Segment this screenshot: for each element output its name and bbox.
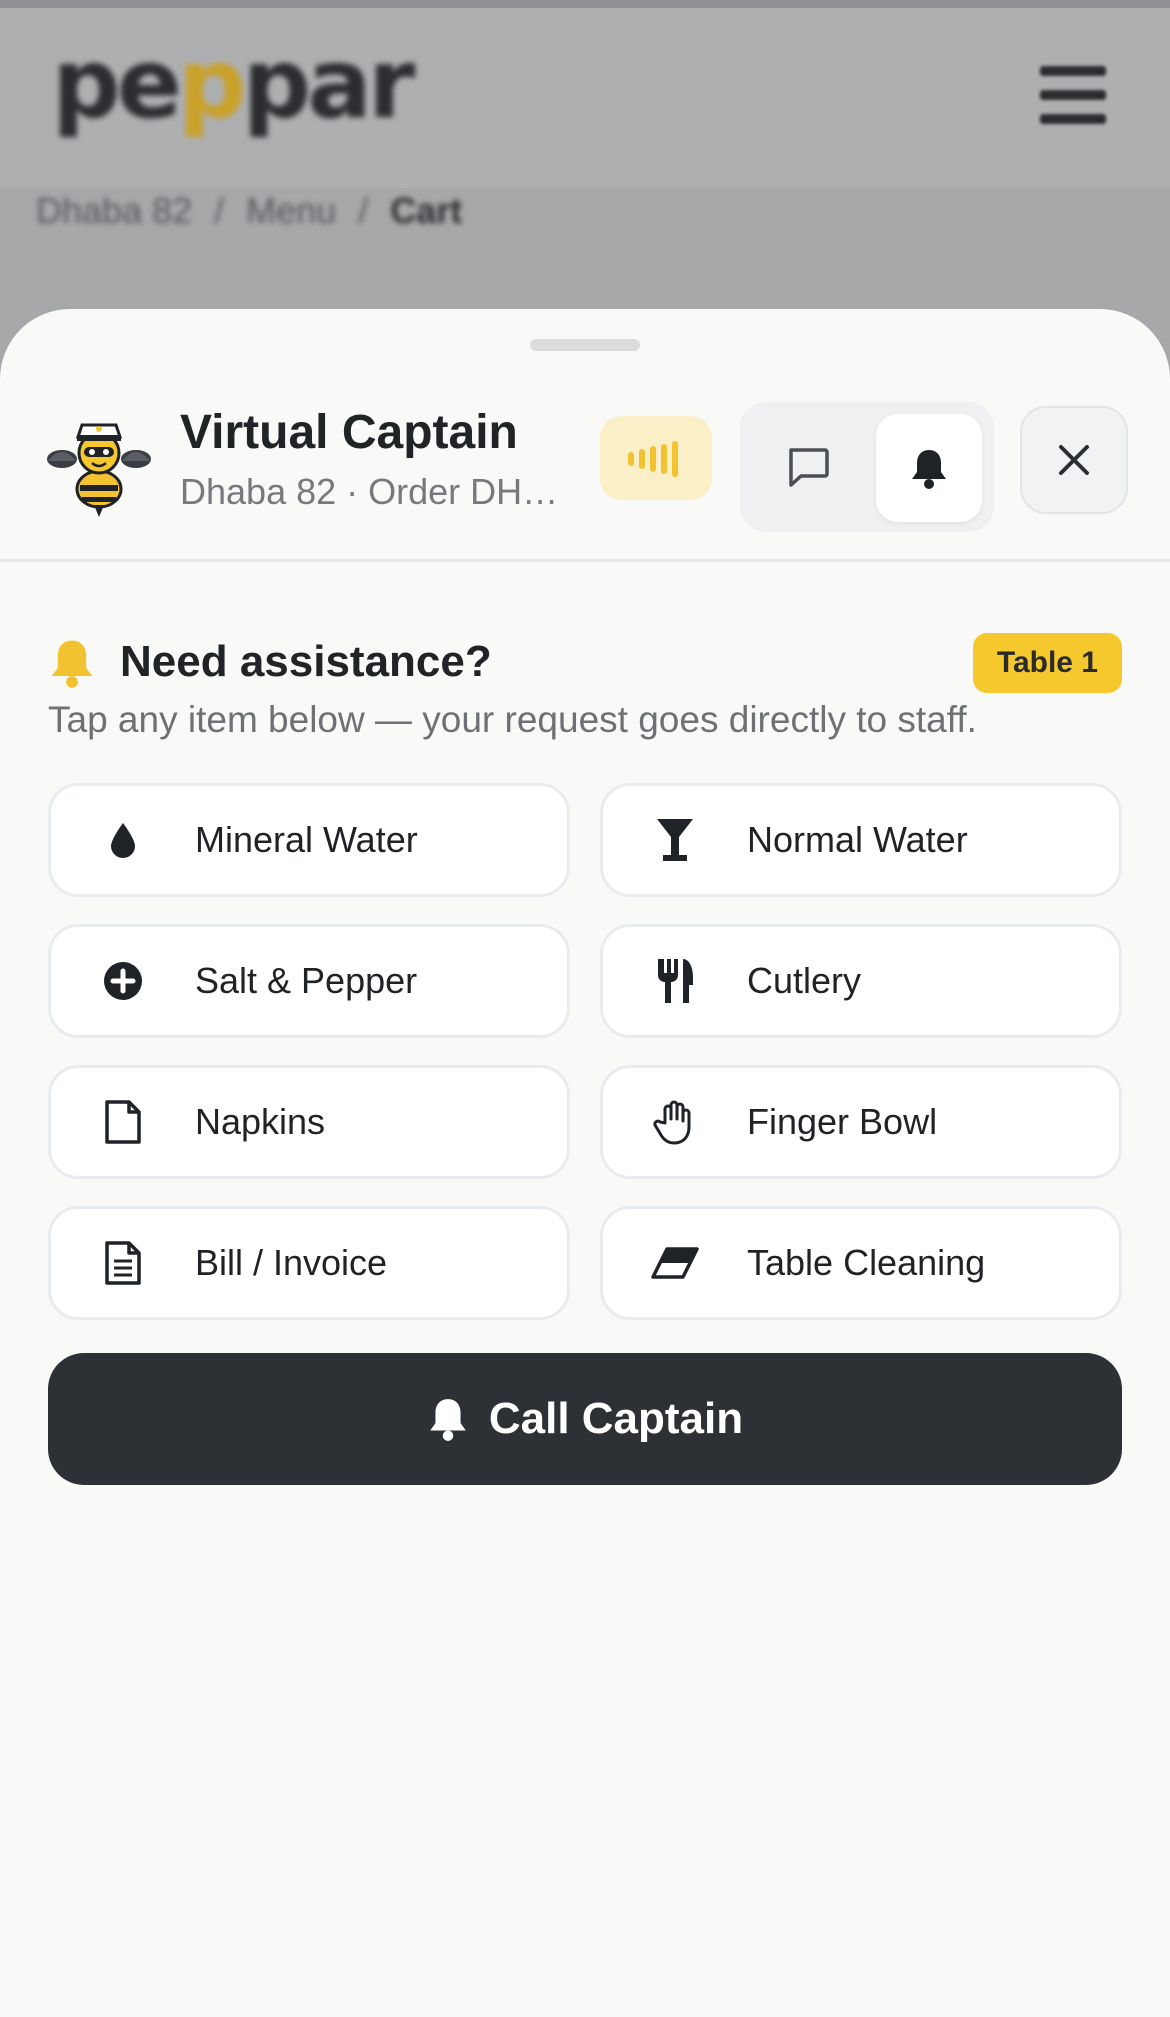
request-salt-pepper[interactable]: Salt & Pepper	[48, 924, 570, 1038]
table-badge: Table 1	[972, 633, 1122, 693]
voice-button[interactable]	[600, 416, 712, 500]
request-label: Mineral Water	[195, 819, 418, 860]
bee-captain-mascot	[47, 423, 151, 517]
glass-icon	[651, 816, 699, 864]
request-mineral-water[interactable]: Mineral Water	[48, 783, 570, 897]
breadcrumb: Dhaba 82 / Menu / Cart	[36, 190, 462, 232]
napkin-icon	[99, 1098, 147, 1146]
plus-circle-icon	[99, 957, 147, 1005]
sheet-subtitle: Dhaba 82 · Order DH0...	[180, 471, 560, 512]
sound-wave-icon	[628, 441, 678, 477]
hand-icon	[651, 1098, 699, 1146]
call-captain-label: Call Captain	[488, 1394, 744, 1443]
breadcrumb-separator: /	[358, 190, 369, 231]
breadcrumb-item-current: Cart	[390, 190, 463, 231]
request-label: Normal Water	[747, 819, 968, 860]
cutlery-icon	[651, 957, 699, 1005]
mode-toggle	[740, 402, 994, 532]
request-cutlery[interactable]: Cutlery	[600, 924, 1122, 1038]
peppar-logo: peppar	[52, 28, 415, 140]
breadcrumb-item: Menu	[246, 190, 337, 231]
chat-mode-button[interactable]	[754, 416, 862, 518]
request-table-cleaning[interactable]: Table Cleaning	[600, 1206, 1122, 1320]
request-label: Napkins	[195, 1101, 326, 1142]
request-normal-water[interactable]: Normal Water	[600, 783, 1122, 897]
status-strip	[0, 0, 1170, 8]
request-grid: Mineral Water Normal Water Salt & Pepper…	[48, 783, 1122, 1320]
request-label: Finger Bowl	[747, 1101, 938, 1142]
request-finger-bowl[interactable]: Finger Bowl	[600, 1065, 1122, 1179]
virtual-captain-sheet: Virtual Captain Dhaba 82 · Order DH0...	[0, 309, 1170, 2017]
bell-icon	[430, 1399, 466, 1441]
breadcrumb-separator: /	[214, 190, 225, 231]
assistance-heading-row: Need assistance? Table 1	[48, 629, 1122, 699]
request-label: Salt & Pepper	[195, 960, 418, 1001]
close-icon	[1059, 445, 1089, 475]
breadcrumb-item: Dhaba 82	[36, 190, 193, 231]
assistance-title: Need assistance?	[120, 637, 492, 686]
request-label: Cutlery	[747, 960, 862, 1001]
call-captain-button[interactable]: Call Captain	[48, 1353, 1122, 1485]
eraser-icon	[651, 1239, 699, 1287]
bell-icon	[51, 640, 93, 688]
sheet-title: Virtual Captain	[180, 406, 518, 459]
hamburger-menu-icon	[1040, 66, 1106, 124]
request-napkins[interactable]: Napkins	[48, 1065, 570, 1179]
sheet-header: Virtual Captain Dhaba 82 · Order DH0...	[0, 309, 1170, 562]
request-bill-invoice[interactable]: Bill / Invoice	[48, 1206, 570, 1320]
request-label: Table Cleaning	[747, 1242, 986, 1283]
bell-icon	[912, 450, 946, 489]
invoice-icon	[99, 1239, 147, 1287]
water-drop-icon	[99, 816, 147, 864]
bell-mode-button[interactable]	[876, 414, 982, 522]
close-button[interactable]	[1020, 406, 1128, 514]
assistance-subtitle: Tap any item below — your request goes d…	[48, 699, 977, 740]
chat-bubble-icon	[789, 448, 829, 487]
request-label: Bill / Invoice	[195, 1242, 388, 1283]
